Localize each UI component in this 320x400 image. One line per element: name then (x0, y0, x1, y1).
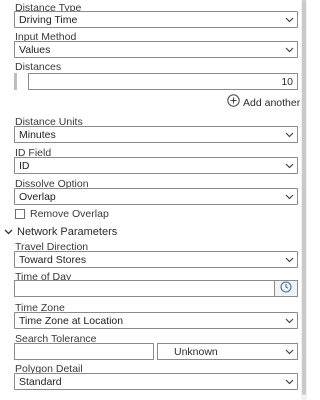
distance-units-value: Minutes (19, 129, 56, 141)
chevron-down-icon (285, 161, 294, 170)
scrollbar-thumb[interactable] (302, 0, 306, 395)
distance-type-value: Driving Time (19, 14, 78, 26)
chevron-down-icon (285, 130, 294, 139)
chevron-down-icon (285, 255, 294, 264)
remove-overlap-checkbox[interactable] (15, 208, 25, 219)
search-tolerance-units-dropdown[interactable]: Unknown (157, 343, 298, 360)
network-parameters-title: Network Parameters (17, 226, 118, 238)
input-method-dropdown[interactable]: Values (14, 41, 298, 58)
dissolve-option-dropdown[interactable]: Overlap (14, 188, 298, 205)
distance-type-dropdown[interactable]: Driving Time (14, 11, 298, 28)
id-field-value: ID (19, 160, 30, 172)
chevron-down-icon (285, 15, 294, 24)
plus-circle-icon (227, 93, 240, 112)
distances-label: Distances (15, 61, 62, 73)
chevron-down-icon (4, 223, 13, 241)
polygon-detail-dropdown[interactable]: Standard (14, 373, 298, 390)
distance-value: 10 (281, 76, 293, 88)
add-another-label: Add another (243, 96, 301, 109)
geoprocessing-parameters-pane: Distance Type Driving Time Input Method … (0, 0, 307, 400)
add-another-button[interactable]: Add another (227, 93, 301, 112)
chevron-down-icon (285, 45, 294, 54)
input-method-value: Values (19, 44, 51, 56)
chevron-down-icon (285, 377, 294, 386)
chevron-down-icon (285, 192, 294, 201)
dissolve-option-value: Overlap (19, 191, 56, 203)
clock-icon (280, 280, 292, 298)
distance-value-input[interactable]: 10 (28, 73, 298, 90)
search-tolerance-units-value: Unknown (174, 346, 218, 358)
chevron-down-icon (285, 347, 294, 356)
travel-direction-value: Toward Stores (19, 254, 87, 266)
remove-overlap-option[interactable]: Remove Overlap (15, 207, 109, 220)
network-parameters-header[interactable]: Network Parameters (4, 225, 117, 239)
id-field-dropdown[interactable]: ID (14, 157, 298, 174)
row-drag-handle[interactable] (14, 73, 17, 90)
polygon-detail-value: Standard (19, 376, 62, 388)
time-of-day-input[interactable] (14, 280, 274, 297)
distance-units-dropdown[interactable]: Minutes (14, 126, 298, 143)
travel-direction-dropdown[interactable]: Toward Stores (14, 251, 298, 268)
remove-overlap-label: Remove Overlap (30, 207, 109, 220)
chevron-down-icon (285, 316, 294, 325)
search-tolerance-input[interactable] (14, 343, 154, 360)
time-zone-dropdown[interactable]: Time Zone at Location (14, 312, 298, 329)
time-picker-button[interactable] (274, 280, 298, 297)
time-zone-value: Time Zone at Location (19, 315, 124, 327)
vertical-scrollbar[interactable] (301, 0, 307, 400)
